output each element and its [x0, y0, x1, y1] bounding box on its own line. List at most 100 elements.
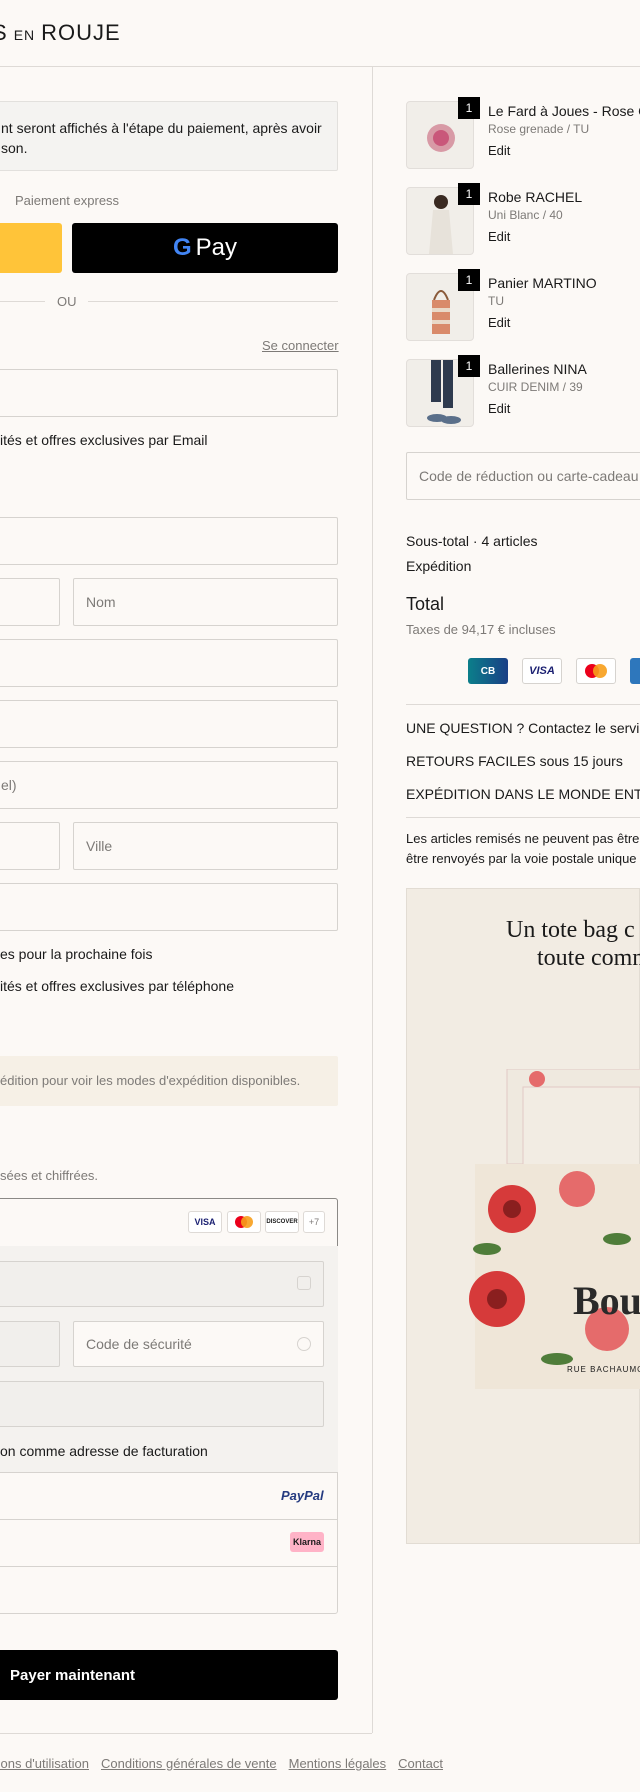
taxes-included: Taxes de 94,17 € incluses: [406, 622, 556, 637]
billing-same-checkbox-label[interactable]: on comme adresse de facturation: [0, 1443, 208, 1459]
disclaimer-line-2: être renvoyés par la voie postale unique: [406, 851, 637, 866]
quantity-badge: 1: [458, 97, 480, 119]
or-divider-left: [0, 301, 45, 302]
discount-code-field[interactable]: Code de réduction ou carte-cadeau: [406, 452, 640, 500]
phone-number-field[interactable]: [0, 883, 338, 931]
mastercard-icon: [576, 658, 616, 684]
payment-divider-1: [0, 1472, 338, 1473]
discover-icon: DISCOVER: [265, 1211, 299, 1233]
save-info-checkbox-label[interactable]: es pour la prochaine fois: [0, 946, 153, 962]
item-name: Panier MARTINO: [488, 275, 597, 291]
apartment-field[interactable]: [0, 700, 338, 748]
item-variant: TU: [488, 294, 504, 308]
help-icon: [297, 1337, 311, 1351]
subtotal-label: Sous-total · 4 articles: [406, 533, 538, 549]
item-variant: CUIR DENIM / 39: [488, 380, 583, 394]
header-divider: [0, 66, 640, 67]
phone-field[interactable]: el): [0, 761, 338, 809]
quantity-badge: 1: [458, 269, 480, 291]
footer-link-terms-of-use[interactable]: tions d'utilisation: [0, 1756, 89, 1771]
google-pay-label: Pay: [195, 234, 238, 261]
pay-now-label: Payer maintenant: [10, 1666, 136, 1684]
google-pay-button[interactable]: G Pay: [72, 223, 338, 273]
phone-placeholder: el): [1, 777, 17, 793]
city-placeholder: Ville: [86, 838, 113, 854]
security-code-placeholder: Code de sécurité: [86, 1336, 192, 1352]
item-edit-link[interactable]: Edit: [488, 229, 510, 244]
disclaimer-line-1: Les articles remisés ne peuvent pas être: [406, 831, 640, 846]
sms-offers-checkbox-label[interactable]: ités et offres exclusives par téléphone: [0, 978, 234, 994]
payment-divider-3: [0, 1566, 338, 1567]
logo-text-3: ROUJE: [41, 20, 121, 45]
google-g-icon: G: [172, 234, 192, 261]
mastercard-icon: [227, 1211, 261, 1233]
first-name-field[interactable]: [0, 578, 60, 626]
quantity-badge: 1: [458, 183, 480, 205]
tote-bag-illustration: [469, 1069, 640, 1389]
cb-icon: CB: [468, 658, 508, 684]
returns-info: RETOURS FACILES sous 15 jours: [406, 753, 623, 769]
summary-divider-2: [406, 817, 640, 818]
line-item: 1 Ballerines NINA CUIR DENIM / 39 Edit: [406, 355, 587, 427]
line-item: 1 Panier MARTINO TU Edit: [406, 269, 597, 341]
security-code-field[interactable]: Code de sécurité: [73, 1321, 324, 1367]
country-select[interactable]: [0, 517, 338, 565]
paypal-express-button[interactable]: [0, 223, 62, 273]
paypal-option[interactable]: PayPal: [281, 1488, 324, 1503]
item-name: Robe RACHEL: [488, 189, 583, 205]
logo-text-1: S: [0, 20, 8, 45]
item-edit-link[interactable]: Edit: [488, 401, 510, 416]
item-variant: Rose grenade / TU: [488, 122, 590, 136]
postal-code-field[interactable]: [0, 822, 60, 870]
last-name-placeholder: Nom: [86, 594, 116, 610]
summary-divider-1: [406, 704, 640, 705]
total-label: Total: [406, 594, 445, 614]
email-field[interactable]: [0, 369, 338, 417]
footer-link-terms-of-sale[interactable]: Conditions générales de vente: [101, 1756, 277, 1771]
klarna-option[interactable]: Klarna: [290, 1532, 324, 1552]
item-edit-link[interactable]: Edit: [488, 315, 510, 330]
info-notice: nt seront affichés à l'étape du paiement…: [0, 101, 338, 171]
line-item: 1 Le Fard à Joues - Rose Gre Rose grenad…: [406, 97, 640, 169]
visa-icon: VISA: [188, 1211, 222, 1233]
footer-link-legal[interactable]: Mentions légales: [289, 1756, 387, 1771]
brand-logo[interactable]: S EN ROUJE: [0, 20, 121, 46]
express-checkout-label: Paiement express: [15, 193, 120, 208]
footer-link-contact[interactable]: Contact: [398, 1756, 443, 1771]
line-item: 1 Robe RACHEL Uni Blanc / 40 Edit: [406, 183, 582, 255]
email-newsletter-checkbox-label[interactable]: ités et offres exclusives par Email: [0, 432, 208, 448]
item-name: Ballerines NINA: [488, 361, 587, 377]
shipping-notice: édition pour voir les modes d'expédition…: [0, 1056, 338, 1106]
discount-code-placeholder: Code de réduction ou carte-cadeau: [419, 468, 639, 484]
address-field[interactable]: [0, 639, 338, 687]
shipping-notice-text: édition pour voir les modes d'expédition…: [0, 1073, 301, 1088]
item-name: Le Fard à Joues - Rose Gre: [488, 103, 640, 119]
shipping-label: Expédition: [406, 558, 472, 574]
payment-secure-note: sées et chiffrées.: [0, 1168, 99, 1183]
promo-title-line-2: toute comm: [537, 945, 640, 971]
logo-text-2: EN: [13, 27, 36, 43]
payment-divider-2: [0, 1519, 338, 1520]
promo-title-line-1: Un tote bag c: [506, 917, 635, 943]
promo-banner: Un tote bag c toute comm Bou RUE BACHAUM…: [406, 888, 640, 1544]
worldwide-shipping: EXPÉDITION DANS LE MONDE ENTIER: [406, 786, 640, 802]
city-field[interactable]: Ville: [73, 822, 338, 870]
footer-divider: [0, 1733, 372, 1734]
card-name-field[interactable]: [0, 1381, 324, 1427]
notice-line-2: son.: [1, 140, 28, 156]
footer-links: tions d'utilisation Conditions générales…: [0, 1756, 443, 1771]
pay-now-button[interactable]: Payer maintenant: [0, 1650, 338, 1700]
more-cards-badge: +7: [303, 1211, 325, 1233]
tote-bag-address-text: RUE BACHAUMO: [567, 1365, 640, 1374]
last-name-field[interactable]: Nom: [73, 578, 338, 626]
visa-icon: VISA: [522, 658, 562, 684]
tote-bag-brand-text: Bou: [573, 1278, 640, 1323]
notice-line-1: nt seront affichés à l'étape du paiement…: [1, 120, 322, 136]
card-expiry-field[interactable]: [0, 1321, 60, 1367]
login-link[interactable]: Se connecter: [262, 338, 339, 353]
question-contact[interactable]: UNE QUESTION ? Contactez le service: [406, 720, 640, 736]
card-number-field[interactable]: [0, 1261, 324, 1307]
or-divider-right: [88, 301, 338, 302]
column-divider: [372, 66, 373, 1733]
item-edit-link[interactable]: Edit: [488, 143, 510, 158]
